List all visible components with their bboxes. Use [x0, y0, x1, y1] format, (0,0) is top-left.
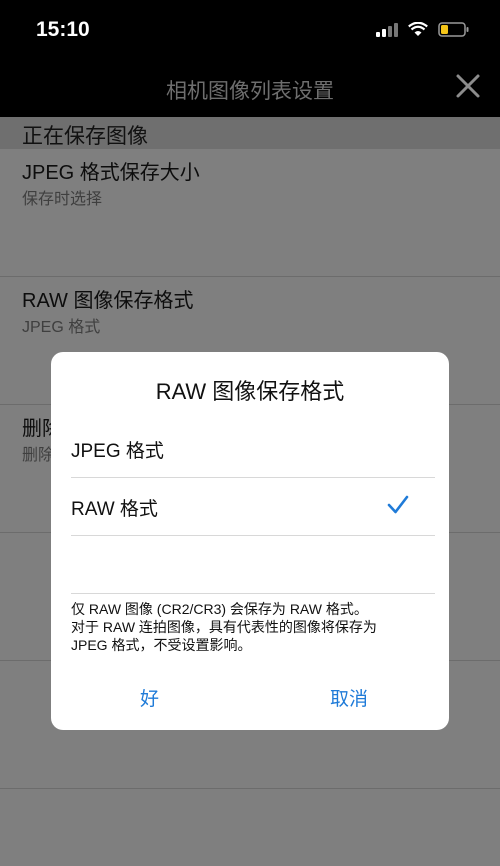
- dialog-note: 仅 RAW 图像 (CR2/CR3) 会保存为 RAW 格式。 对于 RAW 连…: [71, 600, 435, 654]
- dialog-title: RAW 图像保存格式: [155, 379, 345, 404]
- row-jpeg-size[interactable]: JPEG 格式保存大小 保存时选择: [0, 149, 500, 277]
- wifi-icon: [408, 21, 428, 42]
- option-label: JPEG 格式: [71, 441, 164, 462]
- option-jpeg[interactable]: JPEG 格式: [71, 419, 435, 478]
- row-subtitle: 删除: [22, 447, 55, 464]
- section-header-label: 正在保存图像: [22, 125, 148, 148]
- note-line: JPEG 格式，不受设置影响。: [71, 637, 252, 653]
- option-empty[interactable]: [71, 535, 435, 594]
- checkmark-icon: [387, 494, 409, 516]
- section-header: 正在保存图像: [0, 117, 500, 149]
- page-title: 相机图像列表设置: [166, 80, 334, 103]
- ok-button[interactable]: 好: [140, 684, 159, 711]
- note-line: 仅 RAW 图像 (CR2/CR3) 会保存为 RAW 格式。: [71, 601, 368, 617]
- battery-icon: [438, 22, 470, 42]
- signal-icon: [376, 22, 398, 42]
- nav-bar: 相机图像列表设置: [0, 60, 500, 117]
- option-label: RAW 格式: [71, 499, 158, 520]
- raw-format-dialog: RAW 图像保存格式 JPEG 格式 RAW 格式 仅 RAW 图像 (CR2/…: [51, 352, 449, 730]
- row-title: RAW 图像保存格式: [22, 290, 194, 312]
- cancel-button[interactable]: 取消: [330, 684, 368, 711]
- close-button[interactable]: [454, 72, 482, 100]
- row-title: JPEG 格式保存大小: [22, 162, 200, 184]
- note-line: 对于 RAW 连拍图像，具有代表性的图像将保存为: [71, 619, 377, 635]
- status-icons: [376, 21, 470, 42]
- status-time: 15:10: [36, 18, 90, 41]
- status-bar: 15:10: [0, 0, 500, 60]
- row-subtitle: 保存时选择: [22, 191, 103, 208]
- row-subtitle: JPEG 格式: [22, 319, 101, 336]
- close-icon: [456, 74, 480, 98]
- option-raw[interactable]: RAW 格式: [71, 477, 435, 536]
